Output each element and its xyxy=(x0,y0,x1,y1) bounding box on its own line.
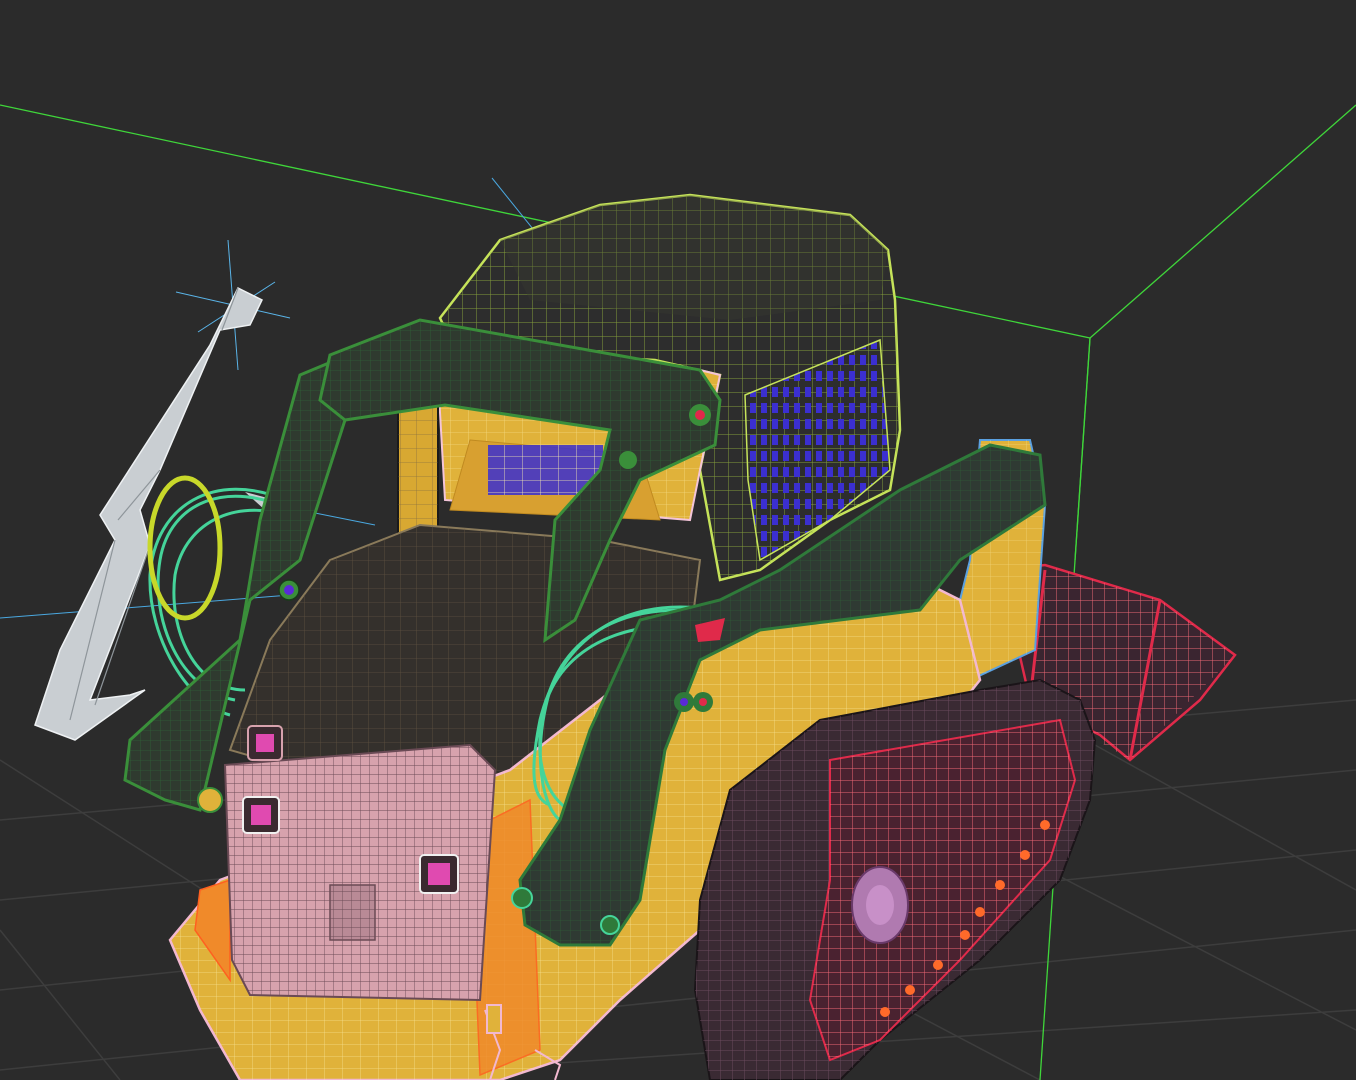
3d-viewport[interactable] xyxy=(0,0,1356,1080)
selection-box-edge xyxy=(1074,337,1091,561)
rear-light-left-bottom xyxy=(242,796,280,834)
rear-light-left-top xyxy=(247,725,283,761)
wireframe-scene[interactable] xyxy=(0,0,1356,1080)
track-roller xyxy=(851,866,909,944)
rear-light-right xyxy=(419,854,459,894)
